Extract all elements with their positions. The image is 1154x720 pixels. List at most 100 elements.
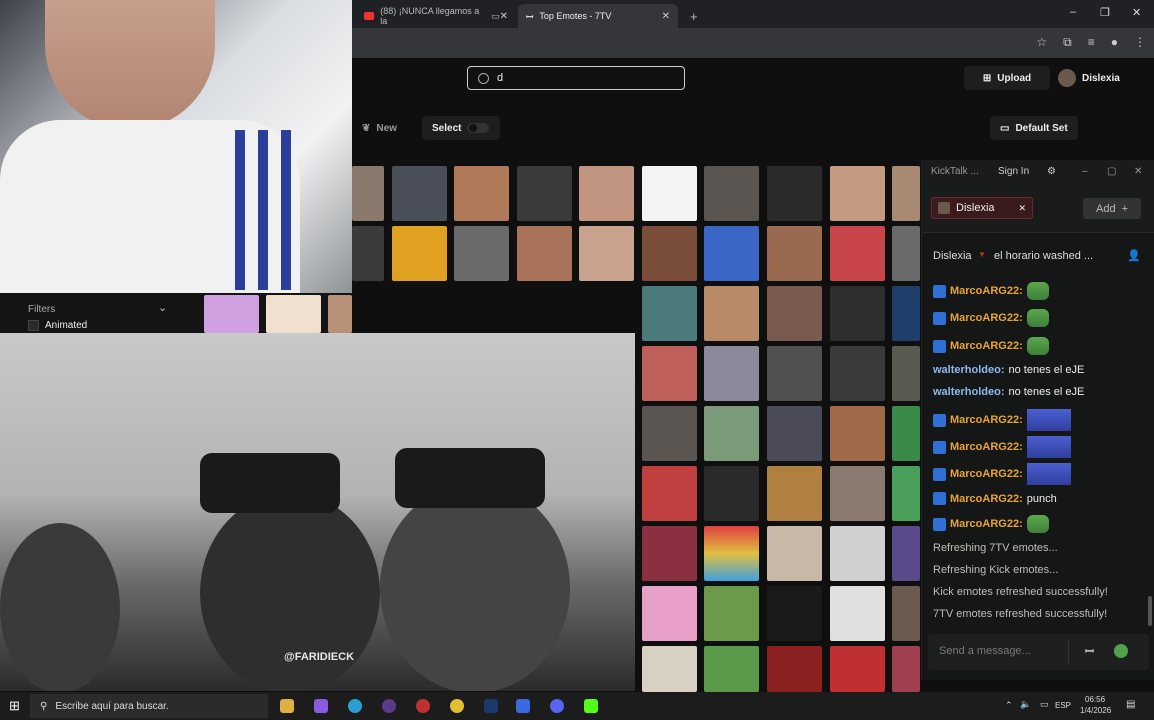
maximize-icon[interactable]: ❐ (1100, 6, 1110, 19)
kick-icon[interactable] (584, 699, 598, 713)
chrome-icon[interactable] (450, 699, 464, 713)
tab-youtube[interactable]: (88) ¡NUNCA llegamos a la ▭ ✕ (356, 4, 516, 28)
emote-tile[interactable] (830, 526, 885, 581)
emote-tile[interactable] (204, 295, 259, 333)
emote-tile[interactable] (642, 346, 697, 401)
add-channel-button[interactable]: Add + (1083, 198, 1141, 219)
obs-icon[interactable] (382, 699, 396, 713)
emote-tile[interactable] (767, 406, 822, 461)
network-icon[interactable]: ▭ (1040, 699, 1049, 710)
emote-tile[interactable] (892, 586, 920, 641)
new-tab-button[interactable]: + (682, 4, 706, 28)
emote-tile[interactable] (892, 466, 920, 521)
tray-chevron-icon[interactable]: ⌃ (1005, 700, 1013, 711)
chat-username[interactable]: MarcoARG22: (950, 441, 1023, 453)
emote-tile[interactable] (767, 286, 822, 341)
emote-search-input[interactable]: d (467, 66, 685, 90)
animated-checkbox[interactable] (28, 320, 39, 331)
emote-tile[interactable] (767, 166, 822, 221)
emote-tile[interactable] (892, 166, 920, 221)
channel-tab-dislexia[interactable]: Dislexia ✕ (931, 197, 1033, 219)
chat-username[interactable]: walterholdeo: (933, 386, 1005, 398)
emote-tile[interactable] (392, 226, 447, 281)
menu-icon[interactable]: ⋮ (1134, 35, 1146, 50)
emote-tile[interactable] (642, 466, 697, 521)
close-tab-icon[interactable]: ✕ (662, 11, 670, 22)
emote-tile[interactable] (767, 346, 822, 401)
emote-tile[interactable] (704, 466, 759, 521)
discord-icon[interactable] (550, 699, 564, 713)
clock-date[interactable]: 1/4/2026 (1080, 706, 1111, 715)
minimize-icon[interactable]: – (1070, 6, 1076, 18)
emote-tile[interactable] (767, 466, 822, 521)
emote-tile[interactable] (767, 526, 822, 581)
minimize-icon[interactable]: – (1082, 166, 1088, 177)
extensions-icon[interactable]: ⧉ (1063, 35, 1072, 50)
close-window-icon[interactable]: ✕ (1132, 6, 1141, 19)
emote-tile[interactable] (704, 226, 759, 281)
emote-tile[interactable] (642, 166, 697, 221)
chat-scrollbar[interactable] (1148, 596, 1152, 626)
address-bar[interactable]: ☆ ⧉ ≡ ● ⋮ (352, 28, 1154, 58)
sign-in-button[interactable]: Sign In (998, 166, 1029, 177)
emote-tile[interactable] (767, 226, 822, 281)
emote-tile[interactable] (579, 166, 634, 221)
emote-tile[interactable] (892, 646, 920, 692)
emote-tile[interactable] (517, 166, 572, 221)
emote-tile[interactable] (830, 226, 885, 281)
emote-tile[interactable] (892, 406, 920, 461)
emote-tile[interactable] (642, 526, 697, 581)
emote-tile[interactable] (642, 226, 697, 281)
chat-username[interactable]: MarcoARG22: (950, 493, 1023, 505)
notifications-icon[interactable]: ▤ (1126, 699, 1135, 710)
animated-filter[interactable]: Animated (28, 320, 87, 331)
emote-tile[interactable] (642, 406, 697, 461)
emote-tile[interactable] (454, 166, 509, 221)
select-toggle[interactable]: Select (422, 116, 500, 140)
emote-tile[interactable] (266, 295, 321, 333)
emote-tile[interactable] (892, 346, 920, 401)
emote-tile[interactable] (704, 646, 759, 692)
kick-emote-picker-icon[interactable] (1114, 644, 1128, 658)
user-icon[interactable]: 👤 (1127, 249, 1141, 262)
emote-tile[interactable] (704, 286, 759, 341)
settings-icon[interactable]: ⚙ (1047, 166, 1056, 177)
file-explorer-icon[interactable] (280, 699, 294, 713)
close-channel-icon[interactable]: ✕ (1018, 203, 1026, 214)
new-button[interactable]: ❦ New (352, 116, 407, 140)
emote-tile[interactable] (704, 406, 759, 461)
emote-tile[interactable] (767, 646, 822, 692)
chat-username[interactable]: walterholdeo: (933, 364, 1005, 376)
chat-username[interactable]: MarcoARG22: (950, 285, 1023, 297)
emote-tile[interactable] (704, 526, 759, 581)
emote-tile[interactable] (892, 286, 920, 341)
toggle-switch[interactable] (467, 123, 490, 133)
emote-tile[interactable] (892, 526, 920, 581)
volume-icon[interactable]: 🔈 (1020, 699, 1031, 710)
emote-tile[interactable] (830, 466, 885, 521)
chat-input[interactable]: Send a message... ꟷ (928, 634, 1149, 670)
emote-tile[interactable] (352, 226, 384, 281)
emote-tile[interactable] (830, 286, 885, 341)
chat-username[interactable]: MarcoARG22: (950, 468, 1023, 480)
chat-username[interactable]: MarcoARG22: (950, 312, 1023, 324)
emote-tile[interactable] (642, 646, 697, 692)
emote-tile[interactable] (704, 586, 759, 641)
emote-tile[interactable] (830, 406, 885, 461)
reading-list-icon[interactable]: ≡ (1088, 35, 1095, 50)
emote-tile[interactable] (892, 226, 920, 281)
edge-icon[interactable] (348, 699, 362, 713)
maximize-icon[interactable]: ▢ (1107, 166, 1116, 177)
emote-tile[interactable] (830, 586, 885, 641)
emote-tile[interactable] (454, 226, 509, 281)
emote-tile[interactable] (328, 295, 352, 333)
clock-time[interactable]: 06:56 (1085, 695, 1105, 704)
upload-button[interactable]: ⊞ Upload (964, 66, 1050, 90)
chevron-down-icon[interactable]: ⌄ (158, 301, 167, 314)
emote-tile[interactable] (830, 166, 885, 221)
emote-tile[interactable] (517, 226, 572, 281)
taskbar-search[interactable]: ⚲ Escribe aquí para buscar. (30, 694, 268, 718)
windows-start-icon[interactable]: ⊞ (9, 698, 20, 714)
emote-tile[interactable] (352, 166, 384, 221)
emote-tile[interactable] (830, 646, 885, 692)
